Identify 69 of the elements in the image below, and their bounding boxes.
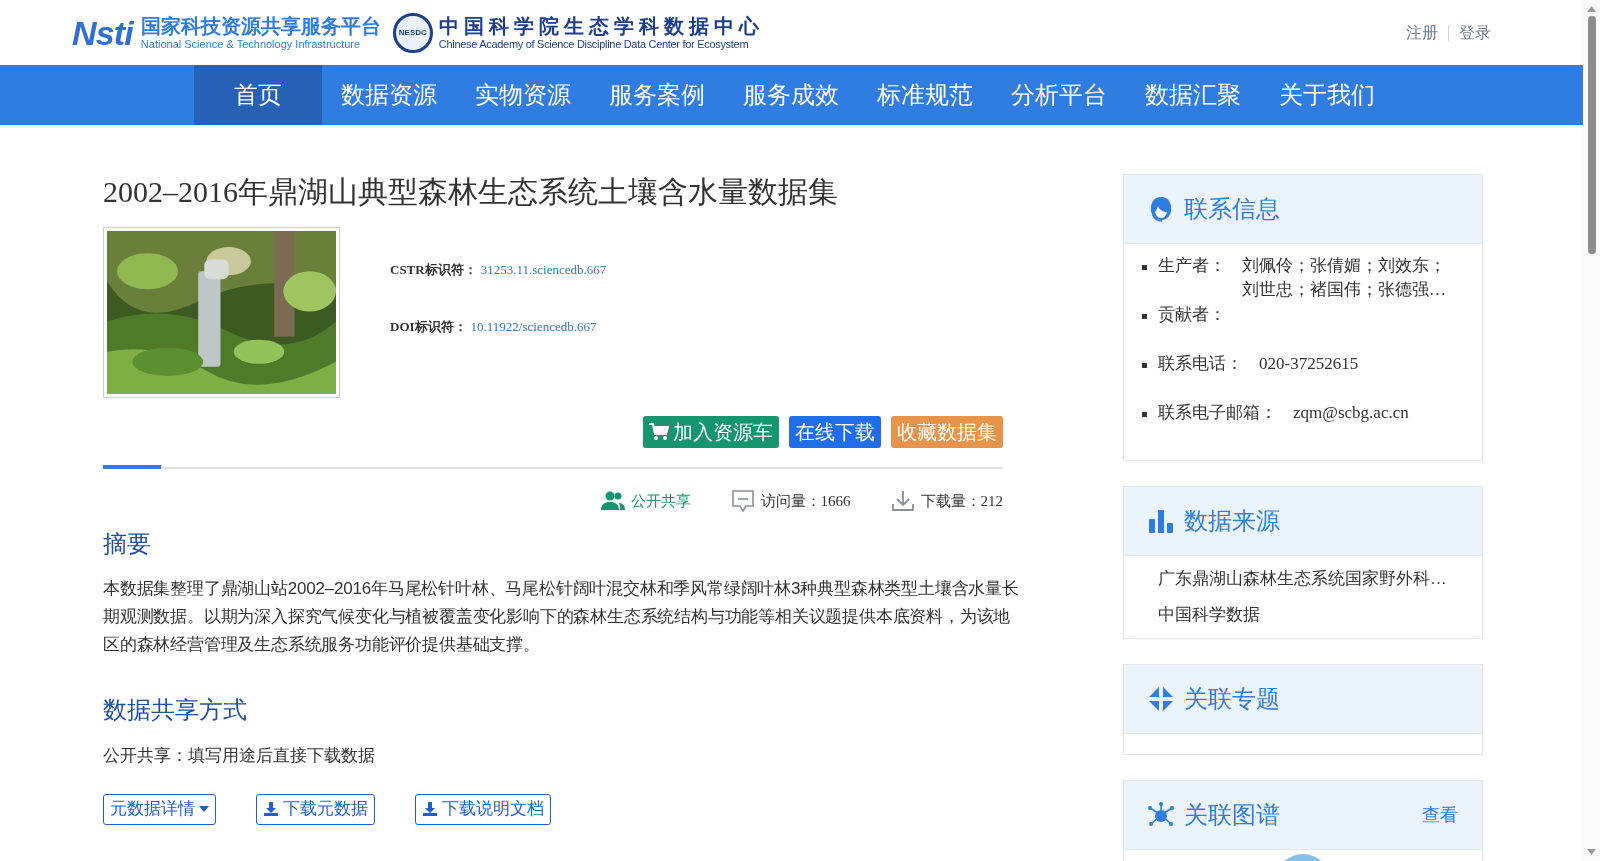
nav-tab[interactable]: 数据资源: [322, 65, 456, 125]
dataset-title: 2002–2016年鼎湖山典型森林生态系统土壤含水量数据集: [103, 174, 839, 210]
source-link[interactable]: 广东鼎湖山森林生态系统国家野外科…: [1158, 566, 1482, 592]
scroll-down-icon[interactable]: [1587, 849, 1596, 855]
stat-text: 访问量：1666: [760, 491, 851, 511]
panel-title: 关联图谱: [1184, 800, 1280, 830]
download-icon: [890, 490, 915, 512]
nav-tab[interactable]: 分析平台: [992, 65, 1126, 125]
contact-value: 刘世忠；褚国伟；张德强…: [1242, 279, 1446, 301]
identifier-label: CSTR标识符：: [390, 261, 477, 279]
tab-indicator: [103, 465, 161, 469]
caret-icon: [199, 806, 209, 812]
outline-button[interactable]: 元数据详情: [103, 793, 216, 825]
stat-text: 下载量：212: [920, 491, 1003, 511]
nav-tab[interactable]: 服务案例: [590, 65, 724, 125]
center-subtitle: Chinese Academy of Science Discipline Data Center for Ecosystem: [438, 38, 750, 51]
view-link[interactable]: 查看: [1422, 801, 1458, 829]
identifier-link[interactable]: 10.11922/sciencedb.667: [470, 316, 597, 336]
center-logo-badge: NESDC: [392, 12, 433, 53]
nav-tab[interactable]: 服务成效: [724, 65, 858, 125]
nav-tab[interactable]: 关于我们: [1260, 65, 1394, 125]
download-icon: [263, 801, 279, 817]
identifier-label: DOI标识符：: [390, 317, 467, 336]
action-button[interactable]: 加入资源车: [643, 416, 779, 448]
source-link[interactable]: 中国科学数据: [1158, 602, 1482, 628]
scroll-up-icon[interactable]: [1587, 6, 1596, 12]
bullet-icon: [1142, 265, 1147, 270]
cart-icon: [649, 423, 669, 441]
bar-chart-icon: [1148, 508, 1174, 534]
action-button[interactable]: 收藏数据集: [891, 416, 1003, 448]
logo-title: 国家科技资源共享服务平台: [140, 14, 381, 38]
nav-tab[interactable]: 首页: [194, 65, 322, 125]
outline-button[interactable]: 下载元数据: [256, 793, 375, 825]
people-icon: [600, 491, 625, 511]
diamond-quadrants-icon: [1148, 686, 1174, 712]
bullet-icon: [1142, 314, 1147, 319]
contact-label: 联系电子邮箱：: [1158, 402, 1277, 424]
logo-subtitle: National Science & Technology Infrastructure: [140, 38, 362, 51]
stat-text[interactable]: 公开共享: [630, 489, 691, 513]
center-title: 中国科学院生态学科数据中心: [438, 14, 764, 38]
nav-tab[interactable]: 数据汇聚: [1126, 65, 1260, 125]
network-icon: [1148, 802, 1174, 828]
header-link[interactable]: 登录: [1459, 20, 1491, 45]
header-link[interactable]: 注册: [1406, 20, 1438, 45]
panel-title: 关联专题: [1184, 684, 1280, 714]
abstract-paragraph: 本数据集整理了鼎湖山站2002–2016年马尾松针叶林、马尾松针阔叶混交林和季风常绿阔叶林3种典型森林类型土壤含水量长期观测数据。以期为深入探究气候变化与植被覆盖变化影响下的森林生态系统结构与功能等相关议题提供本底资料，为该地区的森林经营管理及生态系统服务功能评价提供基础支撑。: [103, 578, 1020, 656]
sharing-text: 公开共享：填写用途后直接下载数据: [103, 745, 376, 767]
nav-tab[interactable]: 标准规范: [858, 65, 992, 125]
nav-tab[interactable]: 实物资源: [456, 65, 590, 125]
contact-value: 刘佩伶；张倩媚；刘效东；: [1242, 255, 1446, 277]
logo-mark: Nsti: [72, 15, 133, 50]
section-heading: 摘要: [103, 529, 152, 559]
outline-button[interactable]: 下载说明文档: [415, 793, 551, 825]
action-button[interactable]: 在线下载: [789, 416, 881, 448]
scrollbar[interactable]: [1583, 0, 1600, 861]
download-icon: [422, 801, 438, 817]
bullet-icon: [1142, 363, 1147, 368]
identifier-link[interactable]: 31253.11.sciencedb.667: [480, 260, 607, 280]
panel-title: 联系信息: [1184, 194, 1280, 224]
contact-value: zqm@scbg.ac.cn: [1293, 402, 1409, 424]
panel-title: 数据来源: [1184, 506, 1280, 536]
contact-value: 020-37252615: [1259, 353, 1359, 375]
comment-icon: [730, 489, 755, 513]
contact-label: 生产者：: [1158, 255, 1226, 277]
scrollbar-thumb[interactable]: [1587, 16, 1596, 254]
contact-label: 贡献者：: [1158, 304, 1226, 326]
contact-label: 联系电话：: [1158, 353, 1243, 375]
bullet-icon: [1142, 412, 1147, 417]
section-heading: 数据共享方式: [103, 695, 248, 725]
